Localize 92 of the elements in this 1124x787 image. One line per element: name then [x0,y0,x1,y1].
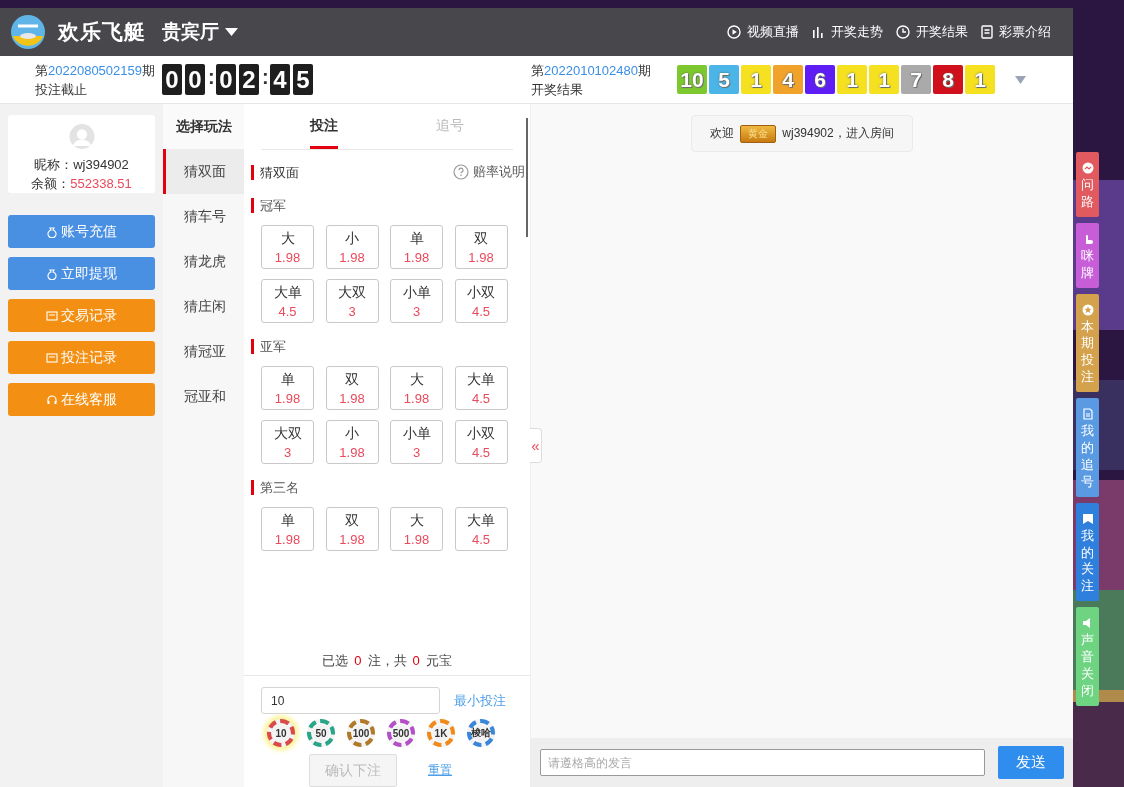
welcome-label: 欢迎 [710,125,735,142]
logo-icon [10,14,46,50]
issue-number: 第2022010102480期 [531,61,651,80]
result-label: 开奖结果 [531,80,584,99]
play-type-item[interactable]: 猜冠亚 [163,329,244,374]
bet-option-button[interactable]: 大双 3 [325,279,379,323]
chat-bubble-icon [1081,162,1094,174]
chip-button[interactable]: 梭哈 [467,719,495,747]
deadline-label: 投注截止 [35,80,88,99]
side-tab[interactable]: 问路 [1076,152,1099,217]
chip-button[interactable]: 1K [427,719,455,747]
bet-option-button[interactable]: 大单 4.5 [454,507,508,551]
odds-help-link[interactable]: 赔率说明 [453,163,525,181]
side-tab[interactable]: 我的关注 [1076,502,1099,602]
result-number: 7 [901,65,931,94]
chat-input[interactable]: 请遵格高的发言 [540,749,985,776]
bet-option-button[interactable]: 大单 4.5 [454,366,508,410]
nickname: 昵称：wj394902 [34,156,129,174]
app-title: 欢乐飞艇 [58,19,146,45]
collapse-tab[interactable]: « [530,428,542,463]
document-icon [1081,408,1094,421]
result-number: 1 [965,65,995,94]
chip-button[interactable]: 10 [267,719,295,747]
tab[interactable]: 投注 [261,104,387,150]
nav-link[interactable]: 开奖走势 [812,23,883,41]
countdown-colon: : [208,66,213,89]
bet-option-button[interactable]: 小双 4.5 [454,279,508,323]
star-icon [1081,303,1094,316]
receipt-icon [46,309,58,322]
bet-option-button[interactable]: 小 1.98 [325,225,379,269]
chip-button[interactable]: 100 [347,719,375,747]
selection-summary: 已选 0 注，共 0 元宝 [322,652,452,670]
bet-option-button[interactable]: 双 1.98 [454,225,508,269]
scrollbar[interactable] [526,118,528,237]
countdown-digit: 4 [270,64,290,95]
countdown-digit: 0 [185,64,205,95]
result-number: 8 [933,65,963,94]
nav-link[interactable]: 开奖结果 [896,23,968,41]
bet-option-button[interactable]: 大单 4.5 [261,279,314,323]
bet-option-button[interactable]: 小 1.98 [325,420,379,464]
help-icon [453,164,469,180]
chip-button[interactable]: 500 [387,719,415,747]
play-type-item[interactable]: 猜车号 [163,194,244,239]
bet-option-button[interactable]: 大双 3 [261,420,314,464]
bet-option-button[interactable]: 双 1.98 [325,507,379,551]
caret-icon [225,28,238,36]
clock-icon [896,25,910,39]
bet-option-button[interactable]: 小单 3 [390,279,443,323]
headset-icon [46,393,58,406]
result-number: 1 [837,65,867,94]
caret-icon[interactable] [1015,75,1026,84]
countdown-digit: 0 [162,64,182,95]
chip-button[interactable]: 50 [307,719,335,747]
play-icon [727,25,741,39]
bet-option-button[interactable]: 双 1.98 [325,366,379,410]
countdown-digit: 5 [293,64,313,95]
welcome-text: wj394902，进入房间 [782,125,894,142]
result-number: 5 [709,65,739,94]
countdown-digit: 2 [239,64,259,95]
nav-link[interactable]: 彩票介绍 [981,23,1051,41]
bet-option-button[interactable]: 大 1.98 [390,366,443,410]
play-title: 猜双面 [251,164,299,180]
bet-option-button[interactable]: 小单 3 [390,420,443,464]
bet-option-button[interactable]: 小双 4.5 [454,420,508,464]
bet-option-button[interactable]: 大 1.98 [261,225,314,269]
money-bag-icon [46,225,58,238]
result-number: 4 [773,65,803,94]
bet-option-button[interactable]: 单 1.98 [261,507,314,551]
play-type-item[interactable]: 猜龙虎 [163,239,244,284]
money-bag-icon [46,267,58,280]
document-icon [981,25,993,39]
countdown-colon: : [262,66,267,89]
bar-chart-icon [812,26,825,38]
bet-option-button[interactable]: 单 1.98 [261,366,314,410]
hall-dropdown[interactable]: 贵宾厅 [162,19,238,45]
result-number: 6 [805,65,835,94]
result-number: 1 [741,65,771,94]
result-number: 1 [869,65,899,94]
bet-option-button[interactable]: 单 1.98 [390,225,443,269]
balance: 余额：552338.51 [31,175,132,193]
vip-badge: 黄金 [740,124,777,143]
play-type-item[interactable]: 冠亚和 [163,374,244,419]
play-type-item[interactable]: 猜庄闲 [163,284,244,329]
bet-option-button[interactable]: 大 1.98 [390,507,443,551]
nav-link[interactable]: 视频直播 [727,23,799,41]
result-number: 10 [677,65,707,94]
play-type-item[interactable]: 猜双面 [163,149,244,194]
bookmark-icon [1081,512,1094,525]
issue-number: 第2022080502159期 [35,61,155,80]
receipt-icon [46,351,58,364]
countdown-digit: 0 [216,64,236,95]
amount-field[interactable]: 10 [261,687,440,714]
